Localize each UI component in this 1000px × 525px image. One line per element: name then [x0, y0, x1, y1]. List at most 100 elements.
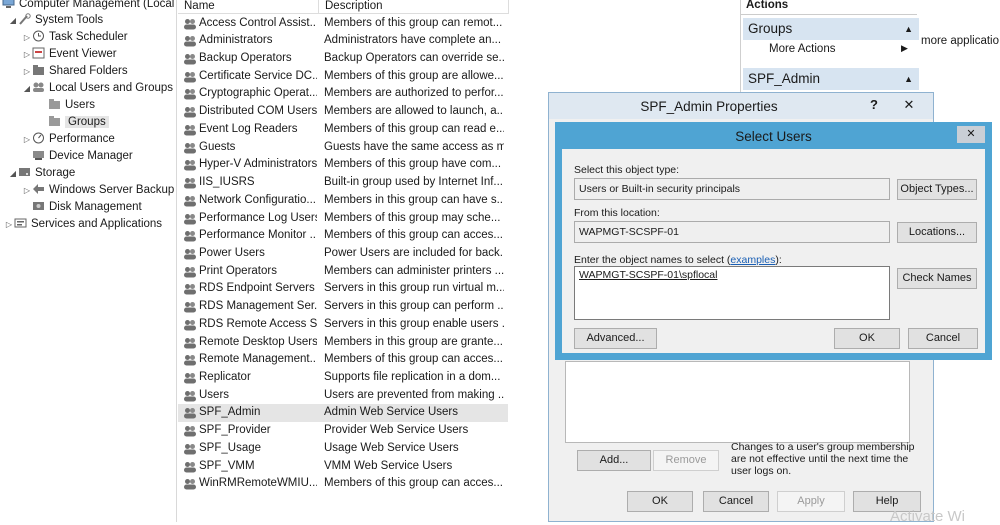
locations-button[interactable]: Locations...	[897, 222, 977, 243]
group-name: Backup Operators	[199, 52, 292, 65]
group-icon	[183, 354, 197, 366]
check-names-button[interactable]: Check Names	[897, 268, 977, 289]
table-row[interactable]: SPF_Usage Usage Web Service Users	[178, 440, 508, 458]
examples-link[interactable]: examples	[730, 254, 775, 266]
table-row[interactable]: SPF_Provider Provider Web Service Users	[178, 422, 508, 440]
collapse-triangle-icon[interactable]: ▲	[904, 18, 913, 40]
table-row[interactable]: Performance Log Users Members of this gro…	[178, 210, 508, 228]
table-row[interactable]: Performance Monitor ... Members of this g…	[178, 227, 508, 245]
apply-button[interactable]: Apply	[777, 491, 845, 512]
table-row[interactable]: Users Users are prevented from making ...	[178, 387, 508, 405]
column-header-name[interactable]: Name	[178, 0, 319, 14]
tree-item-groups[interactable]: Groups	[48, 114, 109, 131]
expand-arrow-icon[interactable]: ▷	[22, 29, 32, 46]
group-description: Provider Web Service Users	[324, 424, 469, 437]
table-row[interactable]: Remote Desktop Users Members in this grou…	[178, 334, 508, 352]
table-row[interactable]: Event Log Readers Members of this group c…	[178, 121, 508, 139]
collapse-arrow-icon[interactable]: ◢	[8, 12, 18, 29]
table-row[interactable]: Power Users Power Users are included for …	[178, 245, 508, 263]
expand-arrow-icon[interactable]: ▷	[22, 131, 32, 148]
table-row[interactable]: Remote Management... Members of this grou…	[178, 351, 508, 369]
select-users-close-button[interactable]: ✕	[957, 126, 985, 143]
remove-button[interactable]: Remove	[653, 450, 719, 471]
expand-arrow-icon[interactable]: ▷	[22, 182, 32, 199]
collapse-arrow-icon[interactable]: ◢	[22, 80, 32, 97]
table-row[interactable]: RDS Remote Access S... Servers in this gr…	[178, 316, 508, 334]
group-description: Guests have the same access as m...	[324, 140, 504, 153]
group-name: Performance Log Users	[199, 211, 317, 224]
tree-item-task-scheduler[interactable]: ▷ Task Scheduler	[22, 29, 128, 46]
cancel-button[interactable]: Cancel	[703, 491, 769, 512]
ok-button[interactable]: OK	[627, 491, 693, 512]
table-row[interactable]: SPF_VMM VMM Web Service Users	[178, 458, 508, 476]
table-row[interactable]: Hyper-V Administrators Members of this gr…	[178, 156, 508, 174]
help-title-button[interactable]: ?	[861, 95, 887, 115]
group-icon	[183, 230, 197, 242]
actions-section-spf-admin[interactable]: SPF_Admin ▲	[743, 68, 919, 90]
add-button[interactable]: Add...	[577, 450, 651, 471]
folder-icon	[48, 115, 61, 127]
object-types-button[interactable]: Object Types...	[897, 179, 977, 200]
collapse-triangle-icon[interactable]: ▲	[904, 68, 913, 90]
table-row[interactable]: Guests Guests have the same access as m..…	[178, 139, 508, 157]
tree-item-services-applications[interactable]: ▷ Services and Applications	[4, 216, 162, 233]
members-listbox[interactable]	[565, 361, 910, 443]
object-type-label: Select this object type:	[574, 164, 680, 176]
table-row[interactable]: Print Operators Members can administer pr…	[178, 263, 508, 281]
expand-arrow-icon[interactable]: ▷	[4, 216, 14, 233]
actions-section-groups[interactable]: Groups ▲	[743, 18, 919, 40]
tree-item-storage[interactable]: ◢ Storage	[8, 165, 75, 182]
properties-close-button[interactable]: ✕	[893, 95, 925, 115]
advanced-button[interactable]: Advanced...	[574, 328, 657, 349]
table-row[interactable]: Cryptographic Operat... Members are autho…	[178, 85, 508, 103]
group-description: Servers in this group enable users ...	[324, 317, 504, 330]
backup-icon	[32, 183, 45, 195]
more-actions-item[interactable]: More Actions	[769, 43, 835, 55]
tree-splitter[interactable]	[176, 0, 177, 522]
expand-arrow-icon[interactable]: ▷	[22, 46, 32, 63]
tree-item-local-users-groups[interactable]: ◢ Local Users and Groups	[22, 80, 173, 97]
table-row[interactable]: Administrators Administrators have comple…	[178, 32, 508, 50]
table-row[interactable]: Replicator Supports file replication in a…	[178, 369, 508, 387]
group-description: Members of this group can acces...	[324, 229, 503, 242]
expand-arrow-icon[interactable]: ▷	[22, 63, 32, 80]
collapse-arrow-icon[interactable]: ◢	[8, 165, 18, 182]
object-names-input[interactable]: WAPMGT-SCSPF-01\spflocal	[574, 266, 890, 320]
group-name: Network Configuratio...	[199, 193, 316, 206]
table-row[interactable]: SPF_Admin Admin Web Service Users	[178, 404, 508, 423]
submenu-arrow-icon: ▶	[901, 43, 908, 53]
tree-item-windows-server-backup[interactable]: ▷ Windows Server Backup	[22, 182, 174, 199]
tree-item-event-viewer[interactable]: ▷ Event Viewer	[22, 46, 117, 63]
group-icon	[183, 319, 197, 331]
tree-item-disk-management[interactable]: Disk Management	[32, 199, 142, 216]
table-row[interactable]: Network Configuratio... Members in this g…	[178, 192, 508, 210]
table-row[interactable]: Distributed COM Users Members are allowed…	[178, 103, 508, 121]
select-ok-button[interactable]: OK	[834, 328, 900, 349]
group-icon	[183, 443, 197, 455]
group-icon	[183, 407, 197, 419]
table-row[interactable]: Backup Operators Backup Operators can ove…	[178, 50, 508, 68]
group-description: Servers in this group can perform ...	[324, 300, 504, 313]
tree-item-system-tools[interactable]: ◢ System Tools	[8, 12, 103, 29]
column-header-description[interactable]: Description	[319, 0, 509, 14]
group-name: Remote Management...	[199, 353, 317, 366]
tree-item-device-manager[interactable]: Device Manager	[32, 148, 133, 165]
tree-item-performance[interactable]: ▷ Performance	[22, 131, 115, 148]
table-row[interactable]: RDS Endpoint Servers Servers in this grou…	[178, 280, 508, 298]
table-row[interactable]: RDS Management Ser... Servers in this gro…	[178, 298, 508, 316]
table-row[interactable]: Access Control Assist... Members of this …	[178, 15, 508, 33]
tree-item-shared-folders[interactable]: ▷ Shared Folders	[22, 63, 128, 80]
group-description: Members of this group can remot...	[324, 16, 503, 29]
tree-item-users[interactable]: Users	[48, 97, 95, 114]
group-name: IIS_IUSRS	[199, 176, 255, 189]
group-name: Users	[199, 388, 230, 401]
location-label: From this location:	[574, 207, 660, 219]
group-name: Certificate Service DC...	[199, 69, 317, 82]
group-name: Hyper-V Administrators	[199, 158, 317, 171]
table-row[interactable]: Certificate Service DC... Members of this…	[178, 68, 508, 86]
group-icon	[183, 213, 197, 225]
group-name: Remote Desktop Users	[199, 335, 317, 348]
table-row[interactable]: IIS_IUSRS Built-in group used by Internet…	[178, 174, 508, 192]
select-cancel-button[interactable]: Cancel	[908, 328, 978, 349]
table-row[interactable]: WinRMRemoteWMIU... Members of this group …	[178, 475, 508, 493]
